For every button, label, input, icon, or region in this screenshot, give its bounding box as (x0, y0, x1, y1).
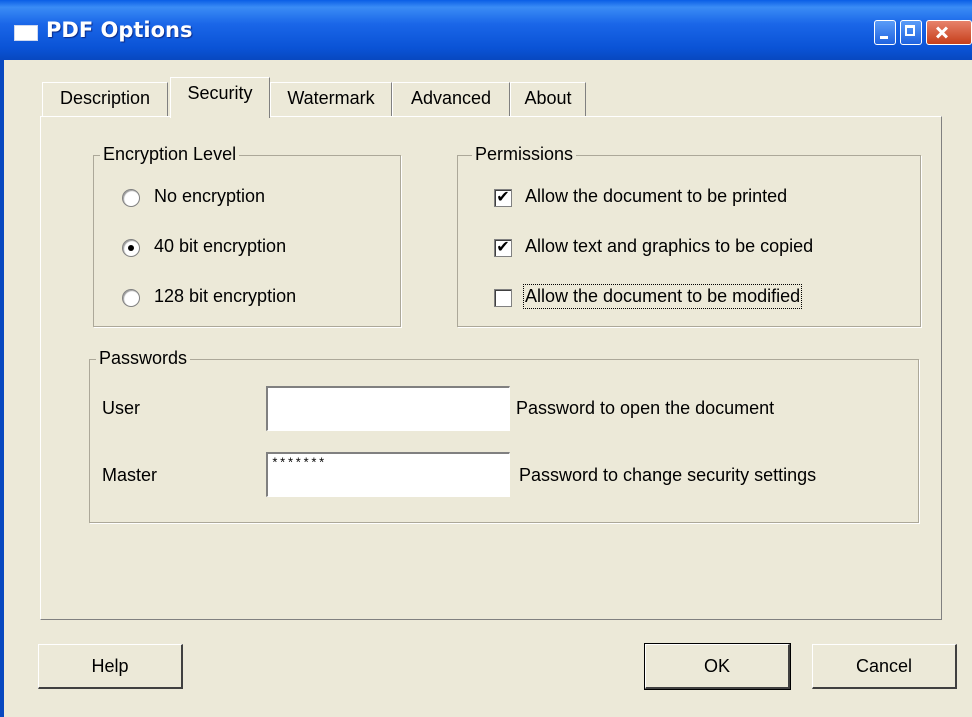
encryption-level-legend: Encryption Level (100, 144, 240, 165)
tab-security[interactable]: Security (170, 77, 270, 118)
encryption-level-group: Encryption Level No encryption 40 bit en… (93, 144, 401, 327)
radio-no-encryption[interactable] (122, 189, 140, 207)
window-title: PDF Options (46, 18, 193, 42)
radio-label-128-bit-encryption[interactable]: 128 bit encryption (154, 286, 296, 307)
tab-advanced[interactable]: Advanced (392, 82, 510, 116)
minimize-icon[interactable] (874, 20, 896, 45)
permissions-group: Permissions ✔ Allow the document to be p… (457, 144, 921, 327)
radio-label-no-encryption[interactable]: No encryption (154, 186, 265, 207)
user-password-label: User (102, 398, 141, 418)
user-password-hint: Password to open the document (516, 398, 775, 418)
checkbox-label-allow-print[interactable]: Allow the document to be printed (525, 186, 787, 207)
master-password-field[interactable]: ******* (266, 452, 510, 497)
checkbox-allow-modify[interactable] (494, 289, 512, 307)
maximize-icon[interactable] (900, 20, 922, 45)
ok-button[interactable]: OK (644, 643, 791, 690)
checkbox-allow-copy[interactable]: ✔ (494, 239, 512, 257)
radio-128-bit-encryption[interactable] (122, 289, 140, 307)
close-icon[interactable] (926, 20, 972, 45)
permissions-legend: Permissions (472, 144, 577, 165)
security-tab-panel: Encryption Level No encryption 40 bit en… (40, 116, 942, 620)
help-button[interactable]: Help (38, 644, 183, 689)
radio-40-bit-encryption[interactable] (122, 239, 140, 257)
window-border (0, 60, 4, 717)
pdf-options-dialog: PDF Options Description Security Waterma… (0, 0, 972, 717)
passwords-legend: Passwords (96, 348, 191, 369)
tab-description[interactable]: Description (42, 82, 168, 116)
tab-about[interactable]: About (510, 82, 586, 116)
radio-label-40-bit-encryption[interactable]: 40 bit encryption (154, 236, 286, 257)
window-icon (14, 25, 38, 41)
passwords-group: Passwords User Password to open the docu… (89, 348, 919, 523)
tab-watermark[interactable]: Watermark (270, 82, 392, 116)
user-password-field[interactable] (266, 386, 510, 431)
cancel-button[interactable]: Cancel (812, 644, 957, 689)
checkbox-label-allow-copy[interactable]: Allow text and graphics to be copied (525, 236, 813, 257)
master-password-hint: Password to change security settings (519, 465, 817, 485)
checkbox-label-allow-modify[interactable]: Allow the document to be modified (522, 284, 803, 309)
checkbox-allow-print[interactable]: ✔ (494, 189, 512, 207)
master-password-label: Master (102, 465, 158, 485)
title-bar[interactable]: PDF Options (0, 0, 972, 60)
